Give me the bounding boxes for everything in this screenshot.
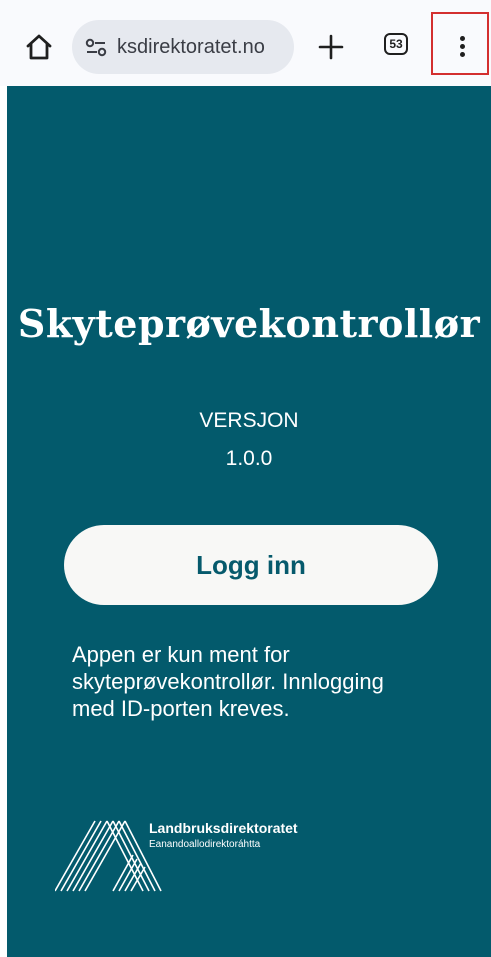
login-notice: Appen er kun ment for skyteprøvekontroll… <box>72 642 384 721</box>
home-button[interactable] <box>22 30 56 64</box>
site-settings-icon[interactable] <box>84 36 108 60</box>
app-screen: Skyteprøvekontrollør VERSJON 1.0.0 Logg … <box>7 86 491 957</box>
organization-subname: Eanandoallodirektoráhtta <box>149 839 261 850</box>
url-text[interactable]: ksdirektoratet.no <box>117 35 289 59</box>
version-label: VERSJON <box>199 409 299 432</box>
home-icon <box>26 34 52 60</box>
tab-switcher-button[interactable]: 53 <box>384 33 412 59</box>
address-bar[interactable]: ksdirektoratet.no <box>72 20 294 74</box>
new-tab-button[interactable] <box>316 32 346 62</box>
version-number: 1.0.0 <box>225 447 273 470</box>
browser-menu-button[interactable] <box>431 12 489 75</box>
organization-name: Landbruksdirektoratet <box>149 820 298 836</box>
plus-icon <box>318 34 344 60</box>
tab-count: 53 <box>389 37 403 51</box>
browser-toolbar: ksdirektoratet.no 53 <box>0 0 491 86</box>
page-title: Skyteprøvekontrollør <box>17 301 481 346</box>
login-button[interactable]: Logg inn <box>64 525 438 605</box>
